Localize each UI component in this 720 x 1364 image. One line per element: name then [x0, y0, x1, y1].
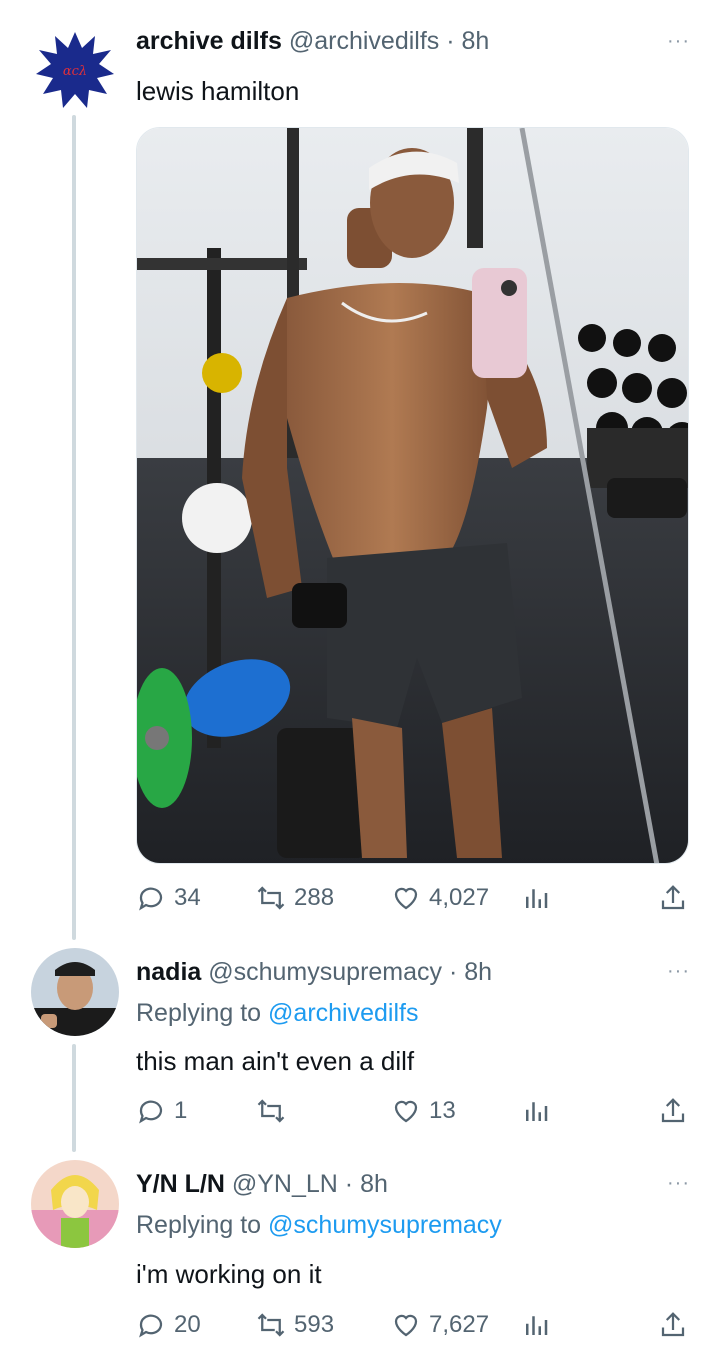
tweet-header: archive dilfs @archivedilfs · 8h	[136, 27, 640, 56]
user-photo-icon	[31, 948, 119, 1036]
tweet-header: Y/N L/N @YN_LN · 8h	[136, 1170, 640, 1199]
reply-icon	[139, 1100, 163, 1124]
replying-to: Replying to @archivedilfs	[136, 999, 418, 1028]
display-name[interactable]: Y/N L/N	[136, 1170, 225, 1198]
avatar[interactable]	[31, 1160, 119, 1248]
reply-count: 20	[174, 1311, 201, 1338]
reply-count: 1	[174, 1097, 188, 1124]
retweet-count: 288	[294, 884, 335, 911]
user-handle[interactable]: @YN_LN	[232, 1170, 338, 1198]
tweet-actions: 34 288 4,027	[136, 883, 696, 923]
timestamp[interactable]: · 8h	[449, 958, 492, 986]
timestamp[interactable]: · 8h	[345, 1170, 388, 1198]
reply-icon	[139, 1314, 163, 1338]
reply-button[interactable]: 34	[136, 883, 201, 913]
tweet-image[interactable]	[136, 127, 689, 864]
tweet-text: i'm working on it	[136, 1259, 322, 1289]
retweet-count: 593	[294, 1311, 335, 1338]
analytics-icon	[526, 1102, 548, 1121]
reply-button[interactable]: 20	[136, 1310, 201, 1340]
reply-icon	[139, 887, 163, 911]
cartoon-avatar-icon	[31, 1160, 119, 1248]
like-button[interactable]: 4,027	[391, 883, 489, 913]
timestamp[interactable]: · 8h	[446, 27, 489, 55]
user-handle[interactable]: @schumysupremacy	[208, 958, 442, 986]
share-icon	[661, 1312, 685, 1337]
like-count: 4,027	[429, 884, 490, 911]
replying-to: Replying to @schumysupremacy	[136, 1211, 502, 1240]
reply-button[interactable]: 1	[136, 1096, 187, 1126]
avatar[interactable]	[31, 948, 119, 1036]
heart-icon	[394, 1314, 418, 1337]
user-handle[interactable]: @archivedilfs	[289, 27, 439, 55]
thread-line	[72, 1044, 76, 1152]
svg-text:αcλ: αcλ	[63, 64, 87, 79]
replying-to-prefix: Replying to	[136, 1211, 262, 1239]
more-options-button[interactable]: ···	[667, 30, 690, 53]
analytics-icon	[526, 889, 548, 908]
analytics-button[interactable]	[521, 1310, 551, 1340]
heart-icon	[394, 887, 418, 910]
retweet-icon	[257, 1099, 285, 1123]
retweet-button[interactable]	[256, 1096, 294, 1126]
retweet-icon	[257, 886, 285, 910]
mention-link[interactable]: @schumysupremacy	[268, 1211, 502, 1239]
avatar[interactable]: αcλ	[35, 30, 115, 110]
analytics-button[interactable]	[521, 1096, 551, 1126]
like-button[interactable]: 13	[391, 1096, 456, 1126]
like-count: 13	[429, 1097, 456, 1124]
like-count: 7,627	[429, 1311, 490, 1338]
share-icon	[661, 1098, 685, 1123]
mention-link[interactable]: @archivedilfs	[268, 999, 418, 1027]
more-options-button[interactable]: ···	[667, 960, 690, 983]
share-icon	[661, 885, 685, 910]
retweet-icon	[257, 1313, 285, 1337]
analytics-button[interactable]	[521, 883, 551, 913]
share-button[interactable]	[658, 1310, 688, 1340]
retweet-button[interactable]: 288	[256, 883, 334, 913]
share-button[interactable]	[658, 883, 688, 913]
tweet-actions: 1 13	[136, 1096, 696, 1136]
tweet-actions: 20 593 7,627	[136, 1310, 696, 1350]
display-name[interactable]: archive dilfs	[136, 27, 282, 55]
gym-photo-illustration	[137, 128, 688, 863]
retweet-button[interactable]: 593	[256, 1310, 334, 1340]
tweet-header: nadia @schumysupremacy · 8h	[136, 958, 640, 987]
share-button[interactable]	[658, 1096, 688, 1126]
tweet-text: lewis hamilton	[136, 76, 300, 106]
display-name[interactable]: nadia	[136, 958, 201, 986]
tweet-text: this man ain't even a dilf	[136, 1046, 415, 1076]
like-button[interactable]: 7,627	[391, 1310, 489, 1340]
heart-icon	[394, 1100, 418, 1123]
thread-line	[72, 115, 76, 940]
analytics-icon	[526, 1316, 548, 1335]
more-options-button[interactable]: ···	[667, 1172, 690, 1195]
starburst-logo-icon: αcλ	[36, 32, 114, 108]
reply-count: 34	[174, 884, 201, 911]
replying-to-prefix: Replying to	[136, 999, 262, 1027]
